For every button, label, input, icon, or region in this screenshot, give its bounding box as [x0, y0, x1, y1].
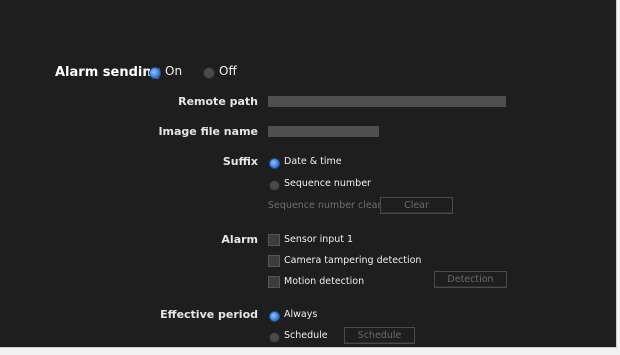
suffix-date-time-label[interactable]: Date & time — [284, 156, 342, 167]
effective-period-schedule-label[interactable]: Schedule — [284, 330, 328, 341]
suffix-date-time-radio[interactable] — [269, 158, 280, 169]
alarm-sending-on-label[interactable]: On — [165, 64, 182, 78]
suffix-label: Suffix — [222, 155, 258, 168]
suffix-sequence-number-label[interactable]: Sequence number — [284, 178, 371, 189]
schedule-button[interactable]: Schedule — [344, 327, 415, 344]
camera-tampering-detection-label[interactable]: Camera tampering detection — [284, 255, 421, 266]
alarm-sending-off-label[interactable]: Off — [219, 64, 237, 78]
sequence-number-clear-label: Sequence number clear — [268, 200, 382, 211]
motion-detection-checkbox[interactable] — [268, 276, 280, 288]
motion-detection-label[interactable]: Motion detection — [284, 276, 364, 287]
alarm-sending-label: Alarm sending — [55, 65, 161, 80]
detection-button[interactable]: Detection — [434, 271, 507, 288]
suffix-sequence-number-radio[interactable] — [269, 180, 280, 191]
effective-period-always-label[interactable]: Always — [284, 309, 317, 320]
image-file-name-label: Image file name — [158, 125, 258, 138]
effective-period-label: Effective period — [160, 308, 258, 321]
effective-period-schedule-radio[interactable] — [269, 332, 280, 343]
alarm-sending-off-radio[interactable] — [203, 67, 215, 79]
remote-path-input[interactable] — [268, 96, 506, 107]
effective-period-always-radio[interactable] — [269, 311, 280, 322]
alarm-sending-on-radio[interactable] — [149, 67, 161, 79]
sensor-input-1-checkbox[interactable] — [268, 234, 280, 246]
remote-path-label: Remote path — [178, 95, 258, 108]
settings-panel: Alarm sending On Off Remote path Image f… — [0, 0, 617, 348]
sensor-input-1-label[interactable]: Sensor input 1 — [284, 234, 353, 245]
alarm-label: Alarm — [221, 233, 258, 246]
camera-tampering-detection-checkbox[interactable] — [268, 255, 280, 267]
image-file-name-input[interactable] — [268, 126, 379, 137]
clear-button[interactable]: Clear — [380, 197, 453, 214]
